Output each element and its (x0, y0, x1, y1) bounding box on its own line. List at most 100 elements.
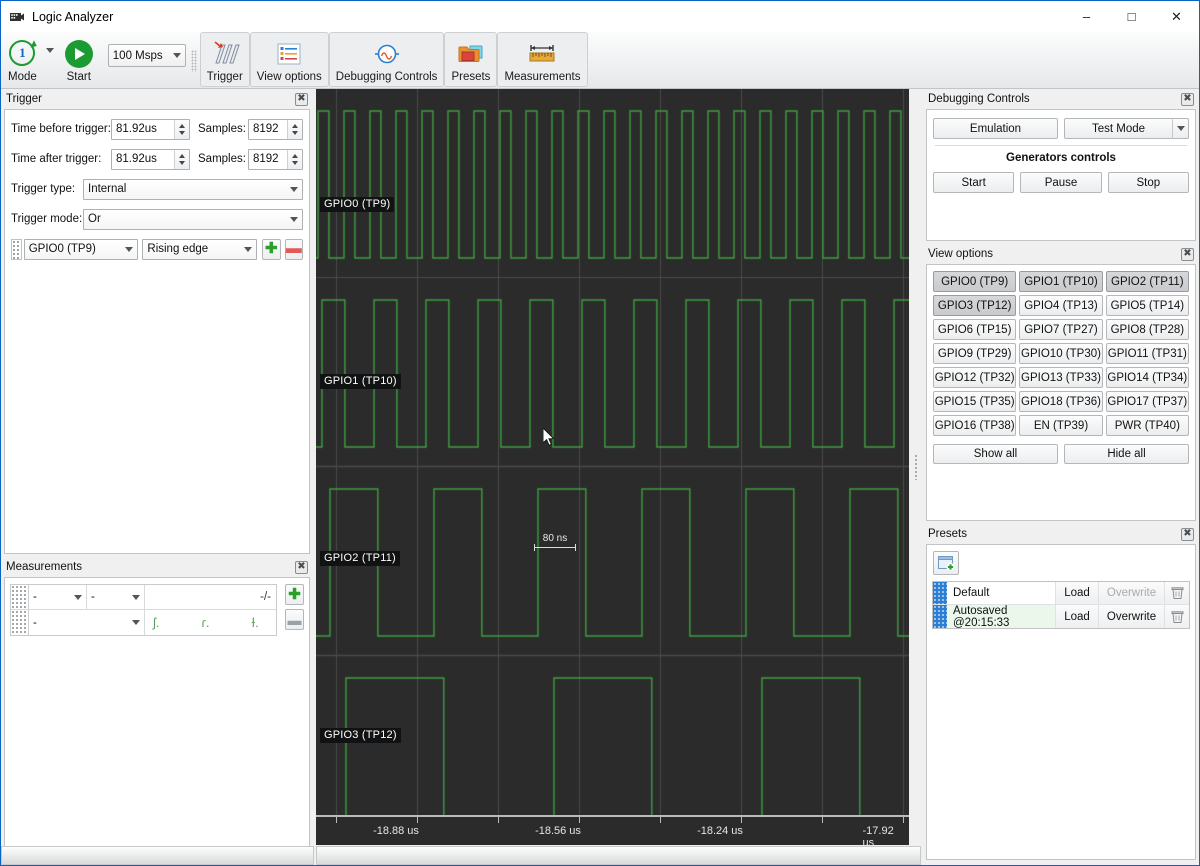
time-before-trigger-value[interactable] (112, 120, 174, 139)
trigger-toolbutton[interactable]: Trigger (200, 32, 250, 87)
time-after-trigger-value[interactable] (112, 150, 174, 169)
channel-label-gpio1: GPIO1 (TP10) (320, 374, 401, 389)
trigger-edge-select[interactable]: Rising edge (142, 239, 257, 260)
generator-stop-button[interactable]: Stop (1108, 172, 1189, 193)
channel-toggle-label: EN (TP39) (1034, 420, 1088, 432)
delete-preset-button[interactable] (1164, 582, 1189, 604)
presets-toolbutton[interactable]: Presets (444, 32, 497, 87)
vertical-splitter[interactable] (909, 89, 923, 845)
samples-after-spinner[interactable] (287, 150, 302, 169)
generator-start-button[interactable]: Start (933, 172, 1014, 193)
measurement-result-value: -/- (145, 585, 276, 609)
add-trigger-condition-button[interactable]: ✚ (262, 239, 280, 260)
maximize-button[interactable]: □ (1109, 1, 1154, 32)
samples-before-input[interactable] (248, 119, 303, 140)
hide-all-button[interactable]: Hide all (1064, 444, 1189, 464)
preset-overwrite-button[interactable]: Overwrite (1098, 605, 1164, 628)
presets-table: DefaultLoadOverwriteAutosaved @20:15:33L… (932, 581, 1190, 629)
row-drag-handle[interactable] (11, 239, 22, 260)
channel-toggle-gpio13[interactable]: GPIO13 (TP33) (1019, 367, 1102, 388)
sample-rate-select[interactable]: 100 Msps (108, 44, 186, 67)
close-icon[interactable]: ✖ (1181, 93, 1194, 106)
preset-load-button[interactable]: Load (1055, 605, 1098, 628)
channel-toggle-label: GPIO5 (TP14) (1111, 300, 1185, 312)
channel-toggle-gpio14[interactable]: GPIO14 (TP34) (1106, 367, 1189, 388)
close-icon[interactable]: ✖ (1181, 248, 1194, 261)
chevron-down-icon[interactable] (1172, 118, 1188, 139)
emulation-button[interactable]: Emulation (933, 118, 1058, 139)
waveform-plot[interactable]: GPIO0 (TP9) GPIO1 (TP10) GPIO2 (TP11) GP… (316, 89, 921, 845)
channel-toggle-gpio7[interactable]: GPIO7 (TP27) (1019, 319, 1102, 340)
plot-horizontal-scrollbar[interactable] (316, 846, 921, 865)
trigger-channel-select[interactable]: GPIO0 (TP9) (24, 239, 139, 260)
channel-toggle-gpio8[interactable]: GPIO8 (TP28) (1106, 319, 1189, 340)
channel-toggle-gpio9[interactable]: GPIO9 (TP29) (933, 343, 1016, 364)
rising-edge-icon[interactable]: ʃ. (153, 615, 160, 630)
start-button[interactable]: Start (58, 32, 100, 87)
falling-edge-icon[interactable]: ɾ. (202, 615, 210, 630)
view-options-panel-title: View options (928, 248, 993, 260)
channel-toggle-gpio3[interactable]: GPIO3 (TP12) (933, 295, 1016, 316)
channel-toggle-gpio1[interactable]: GPIO1 (TP10) (1019, 271, 1102, 292)
time-before-trigger-spinner[interactable] (174, 120, 189, 139)
channel-toggle-gpio0[interactable]: GPIO0 (TP9) (933, 271, 1016, 292)
view-options-toolbutton[interactable]: View options (250, 32, 329, 87)
channel-toggle-en[interactable]: EN (TP39) (1019, 415, 1102, 436)
channel-toggle-gpio15[interactable]: GPIO15 (TP35) (933, 391, 1016, 412)
channel-toggle-gpio16[interactable]: GPIO16 (TP38) (933, 415, 1016, 436)
add-measurement-button[interactable]: ✚ (285, 584, 304, 605)
channel-toggle-gpio17[interactable]: GPIO17 (TP37) (1106, 391, 1189, 412)
chevron-down-icon (132, 595, 140, 600)
remove-measurement-button[interactable]: ▬ (285, 609, 304, 630)
row-drag-handle[interactable] (11, 585, 29, 609)
row-drag-handle[interactable] (933, 605, 947, 628)
channel-toggle-gpio2[interactable]: GPIO2 (TP11) (1106, 271, 1189, 292)
time-before-trigger-input[interactable] (111, 119, 190, 140)
left-panel-scrollbar[interactable] (1, 846, 314, 865)
trigger-type-select[interactable]: Internal (83, 179, 303, 200)
channel-toggle-gpio4[interactable]: GPIO4 (TP13) (1019, 295, 1102, 316)
measurement-source-select[interactable]: - (29, 610, 145, 635)
measurement-source-b-select[interactable]: - (87, 585, 145, 609)
samples-after-value[interactable] (249, 150, 287, 169)
row-drag-handle[interactable] (11, 610, 29, 635)
channel-toggle-gpio10[interactable]: GPIO10 (TP30) (1019, 343, 1102, 364)
channel-toggle-gpio5[interactable]: GPIO5 (TP14) (1106, 295, 1189, 316)
channel-toggle-gpio12[interactable]: GPIO12 (TP32) (933, 367, 1016, 388)
close-icon[interactable]: ✖ (1181, 528, 1194, 541)
channel-toggle-gpio18[interactable]: GPIO18 (TP36) (1019, 391, 1102, 412)
channel-toggle-pwr[interactable]: PWR (TP40) (1106, 415, 1189, 436)
mode-button[interactable]: 1 Mode (1, 32, 44, 87)
time-after-trigger-spinner[interactable] (174, 150, 189, 169)
new-preset-button[interactable] (933, 551, 959, 575)
close-icon[interactable]: ✖ (295, 561, 308, 574)
mode-dropdown-icon[interactable] (46, 48, 54, 53)
delete-preset-button[interactable] (1164, 605, 1189, 628)
close-button[interactable]: ✕ (1154, 1, 1199, 32)
pulse-width-icon[interactable]: Ɨ. (251, 615, 258, 630)
samples-before-value[interactable] (249, 120, 287, 139)
time-after-trigger-input[interactable] (111, 149, 190, 170)
samples-after-input[interactable] (248, 149, 303, 170)
measurements-toolbutton[interactable]: Measurements (497, 32, 587, 87)
channel-toggle-gpio11[interactable]: GPIO11 (TP31) (1106, 343, 1189, 364)
show-all-button[interactable]: Show all (933, 444, 1058, 464)
trigger-type-value: Internal (88, 183, 126, 195)
minimize-button[interactable]: – (1064, 1, 1109, 32)
measurement-source-a-select[interactable]: - (29, 585, 87, 609)
preset-row[interactable]: DefaultLoadOverwrite (933, 582, 1189, 605)
remove-trigger-condition-button[interactable]: ▬ (285, 239, 303, 260)
close-icon[interactable]: ✖ (295, 93, 308, 106)
trigger-mode-select[interactable]: Or (83, 209, 303, 230)
channel-toggle-gpio6[interactable]: GPIO6 (TP15) (933, 319, 1016, 340)
debugging-controls-toolbutton[interactable]: Debugging Controls (329, 32, 445, 87)
toolbar-grip[interactable] (191, 50, 197, 72)
generator-pause-button[interactable]: Pause (1020, 172, 1101, 193)
preset-load-button[interactable]: Load (1055, 582, 1098, 604)
debug-generator-icon (374, 41, 400, 67)
samples-before-spinner[interactable] (287, 120, 302, 139)
preset-row[interactable]: Autosaved @20:15:33LoadOverwrite (933, 605, 1189, 628)
row-drag-handle[interactable] (933, 582, 947, 604)
waveform-canvas[interactable] (316, 89, 921, 845)
test-mode-button[interactable]: Test Mode (1064, 118, 1189, 139)
